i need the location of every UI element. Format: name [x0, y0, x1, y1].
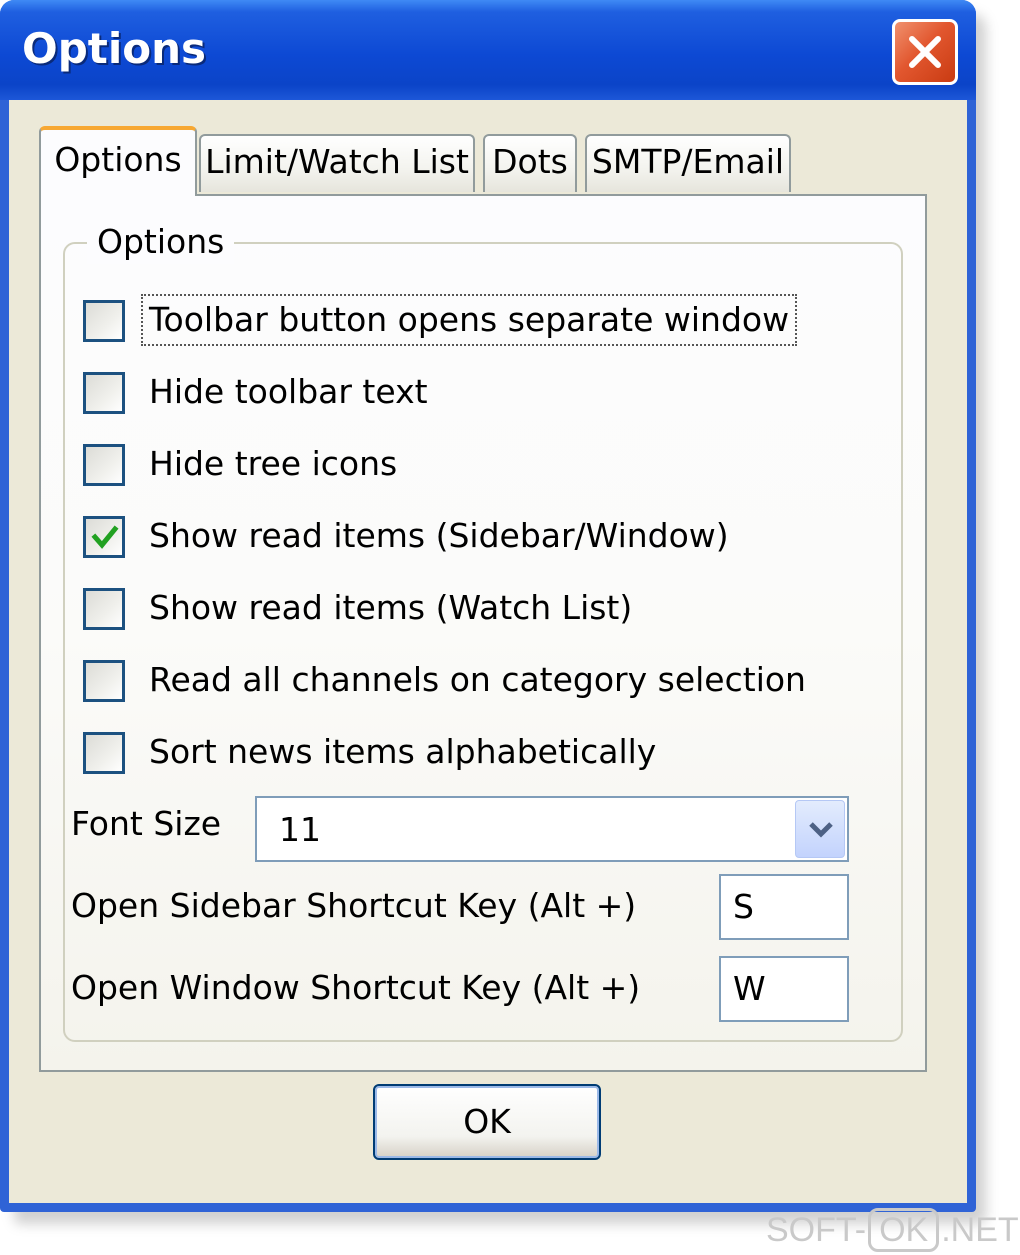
font-size-label: Font Size: [71, 804, 222, 843]
checkbox-label[interactable]: Toolbar button opens separate window: [140, 294, 798, 346]
window-shortcut-input[interactable]: W: [719, 956, 849, 1022]
checkbox-label[interactable]: Hide toolbar text: [143, 368, 434, 416]
font-size-value: 11: [279, 810, 321, 849]
groupbox-title: Options: [87, 220, 235, 264]
dropdown-button[interactable]: [795, 800, 845, 858]
tab-options[interactable]: Options: [39, 126, 197, 196]
watermark: SOFT- OK .NET: [766, 1206, 1019, 1254]
close-button[interactable]: [892, 19, 958, 85]
checkbox-label[interactable]: Hide tree icons: [143, 440, 403, 488]
checkbox-label[interactable]: Read all channels on category selection: [143, 656, 812, 704]
dialog-client-area: Options Limit/Watch List Dots SMTP/Email…: [9, 100, 967, 1203]
checkbox-hide-tree-icons[interactable]: [83, 444, 125, 486]
tab-limit-watch-list[interactable]: Limit/Watch List: [199, 134, 475, 192]
tab-dots[interactable]: Dots: [483, 134, 577, 192]
sidebar-shortcut-label: Open Sidebar Shortcut Key (Alt +): [71, 886, 637, 925]
close-icon: [909, 36, 941, 68]
checkmark-icon: [91, 525, 119, 549]
tab-panel-options: Options Toolbar button opens separate wi…: [39, 194, 927, 1072]
title-bar[interactable]: Options: [0, 0, 976, 100]
checkbox-label[interactable]: Show read items (Watch List): [143, 584, 638, 632]
watermark-prefix: SOFT-: [766, 1211, 867, 1249]
tab-strip: Options Limit/Watch List Dots SMTP/Email: [9, 100, 967, 200]
tab-smtp-email[interactable]: SMTP/Email: [585, 134, 791, 192]
options-dialog: Options Options Limit/Watch List Dots SM…: [0, 0, 976, 1212]
watermark-suffix: .NET: [941, 1211, 1019, 1249]
window-shortcut-label: Open Window Shortcut Key (Alt +): [71, 968, 641, 1007]
sidebar-shortcut-input[interactable]: S: [719, 874, 849, 940]
checkbox-sort-alphabetically[interactable]: [83, 732, 125, 774]
checkbox-label[interactable]: Sort news items alphabetically: [143, 728, 662, 776]
watermark-boxed: OK: [868, 1208, 940, 1252]
ok-button[interactable]: OK: [373, 1084, 601, 1160]
checkbox-show-read-items-sidebar[interactable]: [83, 516, 125, 558]
checkbox-hide-toolbar-text[interactable]: [83, 372, 125, 414]
checkbox-read-all-channels[interactable]: [83, 660, 125, 702]
chevron-down-icon: [809, 822, 833, 838]
checkbox-show-read-items-watch-list[interactable]: [83, 588, 125, 630]
window-title: Options: [22, 24, 206, 73]
font-size-dropdown[interactable]: 11: [255, 796, 849, 862]
checkbox-toolbar-separate-window[interactable]: [83, 300, 125, 342]
checkbox-label[interactable]: Show read items (Sidebar/Window): [143, 512, 735, 560]
